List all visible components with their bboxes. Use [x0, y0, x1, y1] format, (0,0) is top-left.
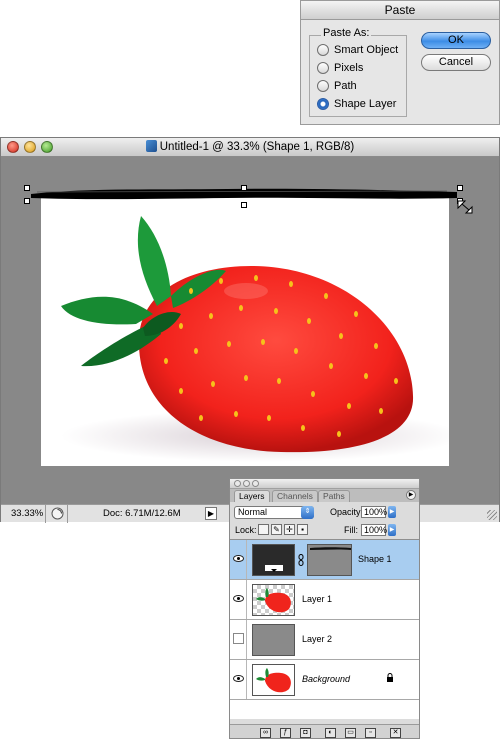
transform-handle[interactable] — [241, 202, 247, 208]
opacity-label: Opacity: — [330, 507, 364, 517]
layer-name[interactable]: Layer 2 — [302, 634, 332, 644]
radio-shape-layer[interactable]: Shape Layer — [317, 96, 396, 112]
blend-mode-select[interactable]: Normal ⇕ — [234, 506, 314, 519]
eye-icon[interactable] — [233, 555, 244, 562]
lock-icon — [387, 673, 393, 682]
paste-dialog-title: Paste — [301, 1, 499, 20]
eye-icon[interactable] — [233, 675, 244, 682]
layer-style-icon[interactable]: ƒ — [280, 728, 291, 738]
visibility-toggle-off[interactable] — [233, 633, 244, 644]
new-layer-icon[interactable]: ▫ — [365, 728, 376, 738]
photoshop-document-icon — [145, 140, 157, 152]
eye-icon[interactable] — [233, 595, 244, 602]
resize-grip-icon[interactable] — [487, 510, 497, 520]
document-window: Untitled-1 @ 33.3% (Shape 1, RGB/8) 33.3… — [0, 137, 500, 523]
radio-smart-object[interactable]: Smart Object — [317, 42, 398, 58]
fill-label: Fill: — [344, 525, 358, 535]
lock-image-icon[interactable]: ✎ — [271, 524, 282, 535]
close-palette-icon[interactable] — [234, 480, 241, 487]
palette-menu-icon[interactable]: ▶ — [406, 490, 416, 500]
radio-label: Smart Object — [334, 44, 399, 56]
vector-mask-path-icon — [308, 545, 351, 575]
info-dial-icon[interactable] — [51, 507, 64, 520]
add-mask-icon[interactable]: ◘ — [300, 728, 311, 738]
link-chain-icon[interactable] — [298, 554, 304, 566]
lock-position-icon[interactable]: ✛ — [284, 524, 295, 535]
tab-layers[interactable]: Layers — [234, 490, 270, 502]
layer-thumbnail[interactable] — [252, 664, 295, 696]
opacity-arrow-icon[interactable]: ▶ — [388, 506, 396, 518]
layer-thumbnail[interactable] — [252, 584, 295, 616]
paste-as-label: Paste As: — [321, 27, 372, 39]
tab-channels[interactable]: Channels — [272, 490, 318, 502]
status-menu-arrow-icon[interactable]: ▶ — [205, 507, 217, 520]
strawberry-thumbnail-icon — [253, 665, 294, 695]
layer-row-background[interactable]: Background — [230, 660, 419, 700]
layer-row-layer-1[interactable]: Layer 1 — [230, 580, 419, 620]
layer-name[interactable]: Layer 1 — [302, 594, 332, 604]
radio-button-icon[interactable] — [317, 80, 329, 92]
radio-path[interactable]: Path — [317, 78, 357, 94]
document-size: Doc: 6.71M/12.6M — [103, 508, 181, 519]
adjustment-layer-icon[interactable]: ◐ — [325, 728, 336, 738]
document-title: Untitled-1 @ 33.3% (Shape 1, RGB/8) — [1, 140, 499, 153]
lock-label: Lock: — [235, 525, 257, 535]
layer-name[interactable]: Shape 1 — [358, 554, 392, 564]
resize-cursor-icon — [457, 200, 473, 214]
ok-button[interactable]: OK — [421, 32, 491, 49]
radio-label: Shape Layer — [334, 98, 397, 110]
layers-list: Shape 1 Layer 1 Layer 2 Background — [230, 539, 419, 719]
opacity-input[interactable]: 100% — [361, 506, 387, 518]
radio-button-icon[interactable] — [317, 44, 329, 56]
tab-paths[interactable]: Paths — [318, 490, 350, 502]
collapse-palette-icon[interactable] — [252, 480, 259, 487]
new-group-icon[interactable]: ▭ — [345, 728, 356, 738]
zoom-level[interactable]: 33.33% — [11, 508, 43, 519]
radio-button-icon[interactable] — [317, 62, 329, 74]
fill-arrow-icon[interactable]: ▶ — [388, 524, 396, 536]
link-layers-icon[interactable]: ∞ — [260, 728, 271, 738]
layers-palette: Layers Channels Paths ▶ Normal ⇕ Opacity… — [229, 478, 420, 739]
layer-thumbnail[interactable] — [252, 624, 295, 656]
palette-bottom-bar: ∞ ƒ ◘ ◐ ▭ ▫ ✕ — [230, 724, 419, 738]
radio-pixels[interactable]: Pixels — [317, 60, 363, 76]
transform-handle[interactable] — [24, 198, 30, 204]
chevron-updown-icon[interactable]: ⇕ — [301, 506, 314, 519]
transform-handle[interactable] — [24, 185, 30, 191]
layer-name[interactable]: Background — [302, 674, 350, 684]
strawberry-photo — [61, 216, 449, 462]
trash-icon[interactable]: ✕ — [390, 728, 401, 738]
lock-all-icon[interactable]: ▪ — [297, 524, 308, 535]
shape-fill-thumbnail[interactable] — [252, 544, 295, 576]
radio-label: Pixels — [334, 62, 364, 74]
palette-tabs: Layers Channels Paths ▶ — [230, 489, 419, 502]
layer-row-layer-2[interactable]: Layer 2 — [230, 620, 419, 660]
document-titlebar[interactable]: Untitled-1 @ 33.3% (Shape 1, RGB/8) — [1, 138, 499, 157]
layer-row-shape-1[interactable]: Shape 1 — [230, 540, 419, 580]
vector-mask-thumbnail[interactable] — [307, 544, 352, 576]
cancel-button[interactable]: Cancel — [421, 54, 491, 71]
lock-transparent-icon[interactable] — [258, 524, 269, 535]
radio-label: Path — [334, 80, 357, 92]
minimize-palette-icon[interactable] — [243, 480, 250, 487]
strawberry-thumbnail-icon — [256, 588, 291, 613]
canvas[interactable] — [41, 196, 449, 466]
radio-button-selected-icon[interactable] — [317, 98, 329, 110]
transform-handle[interactable] — [457, 185, 463, 191]
transform-handle[interactable] — [241, 185, 247, 191]
paste-dialog: Paste Paste As: Smart Object Pixels Path… — [300, 0, 500, 125]
fill-input[interactable]: 100% — [361, 524, 387, 536]
vector-shape-icon — [253, 545, 294, 575]
palette-titlebar[interactable] — [230, 479, 419, 489]
